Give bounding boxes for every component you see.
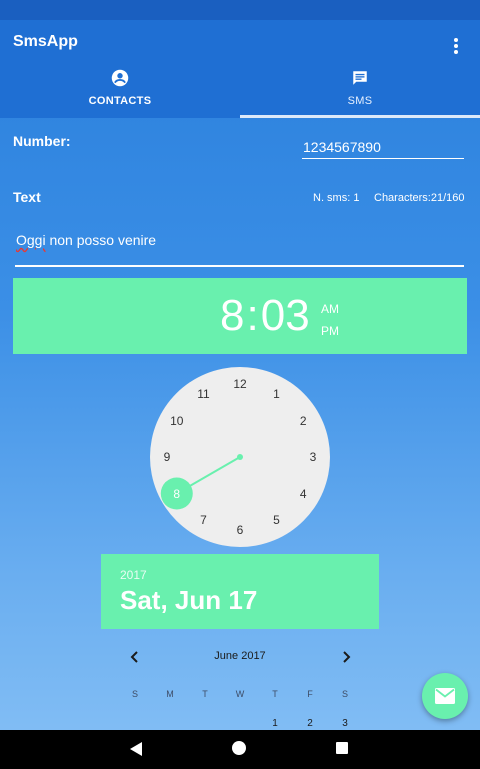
system-nav-bar xyxy=(0,730,480,769)
clock-number[interactable]: 11 xyxy=(194,386,214,402)
clock-number[interactable]: 7 xyxy=(194,512,214,528)
hour-value[interactable]: 8 xyxy=(220,291,244,340)
sms-count: N. sms: 1 xyxy=(313,192,360,204)
home-icon[interactable] xyxy=(232,741,246,755)
status-bar xyxy=(0,0,480,20)
tab-indicator xyxy=(240,115,480,118)
clock-number[interactable]: 5 xyxy=(267,512,287,528)
character-count: Characters:21/160 xyxy=(374,192,465,204)
weekday-label: T xyxy=(202,689,208,699)
overflow-menu-icon[interactable] xyxy=(448,36,464,56)
weekday-label: T xyxy=(272,689,278,699)
message-text: non posso venire xyxy=(45,232,157,248)
email-icon xyxy=(435,688,455,704)
misspelled-word: Oggi xyxy=(16,232,46,248)
year-label[interactable]: 2017 xyxy=(120,568,147,582)
selected-date[interactable]: Sat, Jun 17 xyxy=(120,585,257,616)
clock-dial[interactable]: 12 1 2 3 4 5 6 7 8 9 10 11 xyxy=(150,367,330,547)
pm-toggle[interactable]: PM xyxy=(321,324,339,338)
weekday-label: W xyxy=(235,689,245,699)
clock-number[interactable]: 2 xyxy=(293,413,313,429)
next-month-icon[interactable] xyxy=(338,648,354,666)
number-input[interactable]: 1234567890 xyxy=(302,139,464,159)
previous-month-icon[interactable] xyxy=(127,648,143,666)
calendar-month-label: June 2017 xyxy=(214,650,266,662)
clock-number[interactable]: 4 xyxy=(293,486,313,502)
back-icon[interactable] xyxy=(129,741,143,757)
weekday-label: S xyxy=(131,689,138,699)
clock-number[interactable]: 1 xyxy=(267,386,287,402)
time-display: 8:03 xyxy=(220,292,310,340)
app-title: SmsApp xyxy=(13,33,78,50)
calendar-day[interactable]: 1 xyxy=(265,718,285,729)
clock-number[interactable]: 6 xyxy=(230,522,250,538)
recent-apps-icon[interactable] xyxy=(336,742,348,754)
text-label: Text xyxy=(13,189,41,205)
am-toggle[interactable]: AM xyxy=(321,302,339,316)
time-colon: : xyxy=(246,291,259,340)
clock-number[interactable]: 12 xyxy=(230,376,250,392)
calendar-day[interactable]: 2 xyxy=(300,718,320,729)
clock-number[interactable]: 3 xyxy=(303,449,323,465)
weekday-label: M xyxy=(166,689,174,699)
clock-number[interactable]: 8 xyxy=(167,486,187,502)
date-picker-header: 2017 Sat, Jun 17 xyxy=(101,554,379,629)
clock-number[interactable]: 10 xyxy=(167,413,187,429)
message-icon xyxy=(353,71,367,85)
app-bar: SmsApp CONTACTS SMS xyxy=(0,20,480,118)
send-sms-button[interactable] xyxy=(422,673,468,719)
tab-sms-label: SMS xyxy=(347,95,373,107)
account-circle-icon xyxy=(111,69,129,87)
weekday-label: S xyxy=(341,689,348,699)
calendar-day[interactable]: 3 xyxy=(335,718,355,729)
time-picker-header: 8:03 AM PM xyxy=(13,278,467,354)
tab-contacts[interactable]: CONTACTS xyxy=(0,68,240,118)
number-label: Number: xyxy=(13,133,71,149)
clock-number[interactable]: 9 xyxy=(157,449,177,465)
tab-sms[interactable]: SMS xyxy=(240,68,480,118)
minute-value[interactable]: 03 xyxy=(261,291,310,340)
tab-contacts-label: CONTACTS xyxy=(88,95,152,107)
message-input[interactable]: Oggi non posso venire xyxy=(15,229,464,267)
weekday-label: F xyxy=(307,689,313,699)
